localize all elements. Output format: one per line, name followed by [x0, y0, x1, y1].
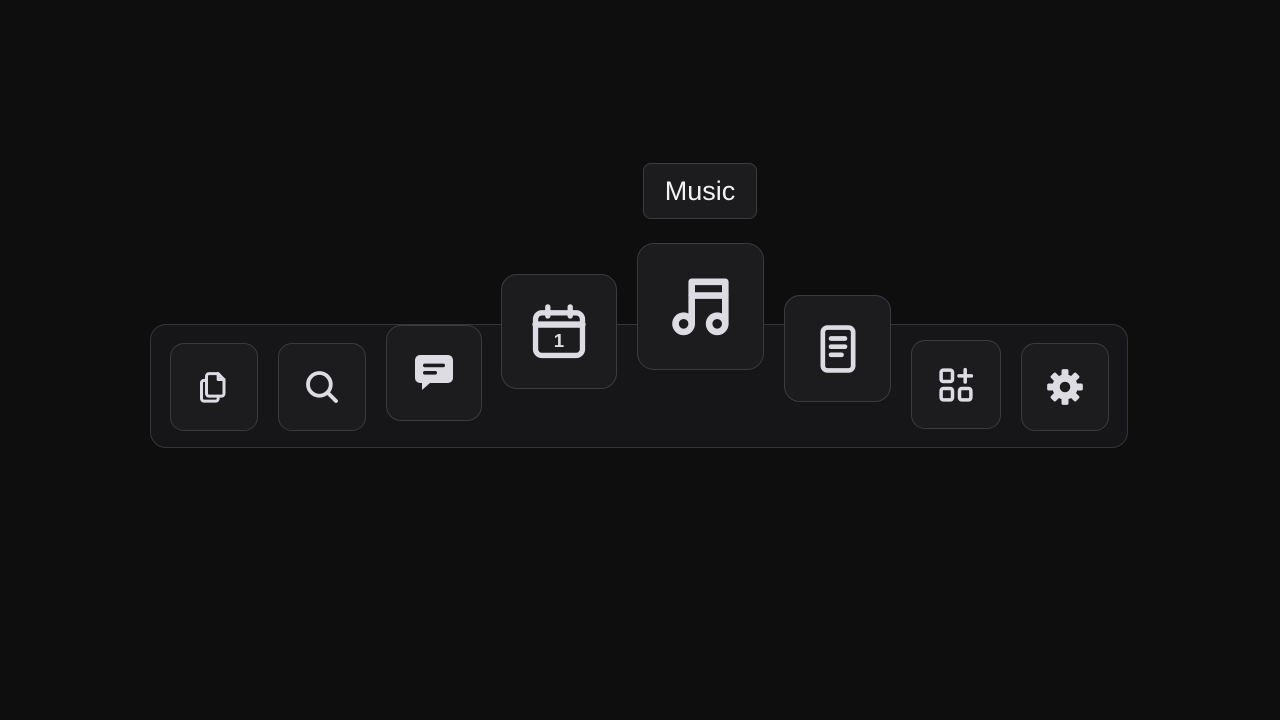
dock-tooltip: Music: [643, 163, 757, 219]
dock-item-messages[interactable]: [386, 325, 482, 421]
dock-item-settings[interactable]: [1021, 343, 1109, 431]
dock-item-apps[interactable]: [911, 340, 1001, 429]
dock-item-search[interactable]: [278, 343, 366, 431]
dock-item-calendar[interactable]: 1: [501, 274, 617, 389]
dock-item-copy[interactable]: [170, 343, 258, 431]
calendar-day: 1: [554, 329, 564, 350]
dock-item-notes[interactable]: [784, 295, 891, 402]
search-icon: [306, 371, 338, 403]
message-icon: [415, 355, 453, 390]
document-icon: [820, 324, 855, 373]
gear-icon: [1047, 369, 1083, 405]
apps-add-icon: [939, 367, 974, 402]
copy-icon: [200, 372, 226, 403]
desktop-stage: Music 1: [0, 0, 1280, 720]
music-note-icon: [671, 278, 729, 335]
calendar-icon: 1: [532, 303, 586, 358]
tooltip-label: Music: [664, 175, 736, 206]
dock-item-music[interactable]: [637, 243, 764, 370]
